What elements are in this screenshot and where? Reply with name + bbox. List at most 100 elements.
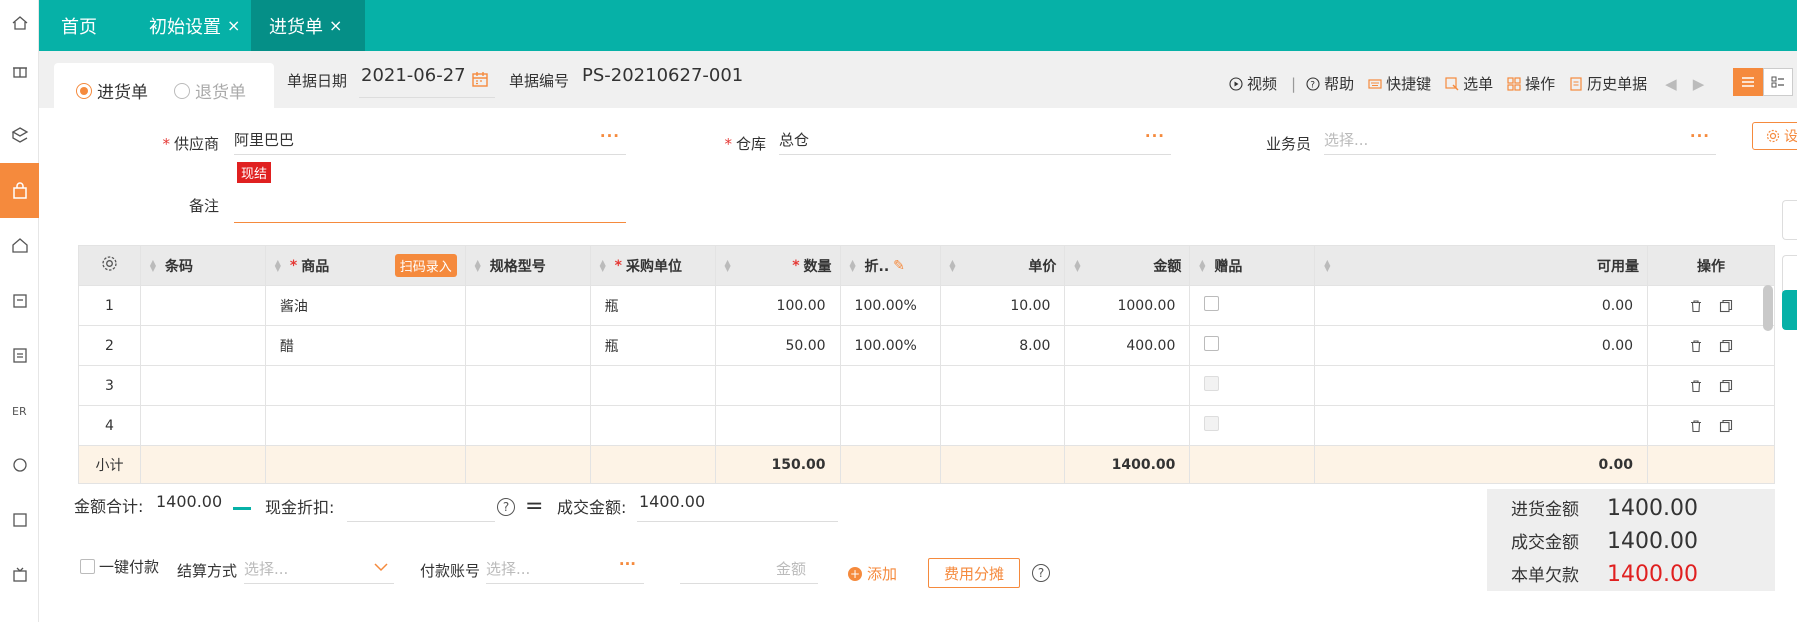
- pay-account-select[interactable]: 选择... ···: [486, 555, 644, 584]
- column-available[interactable]: ▲ ▼ 可用量: [1314, 245, 1649, 286]
- home-icon[interactable]: [0, 3, 39, 43]
- cell-discount[interactable]: [839, 365, 941, 406]
- cell-product[interactable]: 醋: [264, 325, 466, 366]
- add-payment-button[interactable]: + 添加: [848, 563, 897, 584]
- sort-icon[interactable]: ▲ ▼: [599, 258, 607, 272]
- shortcuts-button[interactable]: 快捷键: [1368, 73, 1431, 94]
- cycle-icon[interactable]: [0, 445, 39, 485]
- sort-icon[interactable]: ▲ ▼: [849, 258, 857, 272]
- more-icon[interactable]: ···: [1145, 127, 1165, 145]
- close-icon[interactable]: ×: [329, 16, 342, 35]
- cell-unit[interactable]: [589, 365, 716, 406]
- side-panel-tab[interactable]: [1782, 255, 1797, 295]
- column-spec[interactable]: ▲ ▼ 规格型号: [464, 245, 591, 286]
- cell-qty[interactable]: 50.00: [714, 325, 841, 366]
- table-scrollbar[interactable]: [1763, 285, 1773, 331]
- copy-icon[interactable]: [1719, 299, 1733, 313]
- settings-button[interactable]: 设置: [1752, 122, 1797, 150]
- column-product[interactable]: ▲ ▼ * 商品 扫码录入: [264, 245, 466, 286]
- column-qty[interactable]: ▲ ▼ * 数量: [714, 245, 841, 286]
- cell-discount[interactable]: [839, 405, 941, 446]
- history-button[interactable]: 历史单据: [1569, 73, 1647, 94]
- warehouse-field[interactable]: 总仓 ···: [779, 125, 1171, 155]
- shopping-bag-icon[interactable]: [0, 163, 39, 218]
- select-order-button[interactable]: 选单: [1445, 73, 1493, 94]
- more-icon[interactable]: ···: [619, 555, 636, 573]
- one-click-pay[interactable]: 一键付款: [80, 556, 159, 577]
- column-amount[interactable]: ▲ ▼ 金额: [1064, 245, 1191, 286]
- gift-icon[interactable]: [0, 50, 39, 90]
- trash-icon[interactable]: [1689, 299, 1703, 313]
- copy-icon[interactable]: [1719, 339, 1733, 353]
- close-icon[interactable]: ×: [227, 16, 240, 35]
- cell-spec[interactable]: [464, 405, 591, 446]
- edit-icon[interactable]: ✎: [893, 258, 905, 274]
- box-icon[interactable]: [0, 280, 39, 320]
- salesperson-field[interactable]: 选择... ···: [1324, 125, 1716, 155]
- table-row[interactable]: 3: [78, 365, 1775, 406]
- column-settings[interactable]: [78, 245, 141, 286]
- tab-purchase-order[interactable]: 进货单 ×: [251, 0, 365, 51]
- sort-icon[interactable]: ▲ ▼: [1198, 258, 1206, 272]
- column-discount[interactable]: ▲ ▼ 折.. ✎: [839, 245, 941, 286]
- cell-discount[interactable]: 100.00%: [839, 325, 941, 366]
- cell-price[interactable]: 10.00: [939, 285, 1066, 326]
- sort-icon[interactable]: ▲ ▼: [274, 258, 282, 272]
- cell-barcode[interactable]: [139, 325, 266, 366]
- cell-gift[interactable]: [1189, 365, 1316, 406]
- list-view-button[interactable]: [1733, 68, 1763, 96]
- chevron-down-icon[interactable]: [374, 562, 388, 572]
- sort-icon[interactable]: ▲ ▼: [724, 258, 732, 272]
- sort-icon[interactable]: ▲ ▼: [1073, 258, 1081, 272]
- side-panel-tab[interactable]: [1782, 200, 1797, 240]
- more-icon[interactable]: ···: [600, 127, 620, 145]
- settle-method-select[interactable]: 选择...: [244, 556, 394, 584]
- new-icon[interactable]: [0, 500, 39, 540]
- help-button[interactable]: ? 帮助: [1306, 73, 1354, 94]
- column-unit[interactable]: ▲ ▼ * 采购单位: [589, 245, 716, 286]
- cell-unit[interactable]: 瓶: [589, 325, 716, 366]
- cell-barcode[interactable]: [139, 365, 266, 406]
- trash-icon[interactable]: [1689, 419, 1703, 433]
- video-button[interactable]: 视频: [1229, 73, 1277, 94]
- more-icon[interactable]: ···: [1690, 127, 1710, 145]
- sort-icon[interactable]: ▲ ▼: [149, 258, 157, 272]
- card-view-button[interactable]: [1763, 68, 1793, 96]
- cell-qty[interactable]: 100.00: [714, 285, 841, 326]
- trash-icon[interactable]: [1689, 339, 1703, 353]
- cell-product[interactable]: [264, 365, 466, 406]
- date-field[interactable]: 2021-06-27: [359, 65, 495, 98]
- cell-product[interactable]: 酱油: [264, 285, 466, 326]
- gift-checkbox[interactable]: [1204, 336, 1220, 351]
- cell-price[interactable]: [939, 365, 1066, 406]
- one-click-pay-checkbox[interactable]: [80, 559, 95, 574]
- copy-icon[interactable]: [1719, 379, 1733, 393]
- cell-qty[interactable]: [714, 365, 841, 406]
- cell-barcode[interactable]: [139, 285, 266, 326]
- supplier-field[interactable]: 阿里巴巴 ···: [234, 125, 626, 155]
- gift-checkbox[interactable]: [1204, 296, 1220, 311]
- cell-amount[interactable]: [1064, 365, 1191, 406]
- cell-price[interactable]: 8.00: [939, 325, 1066, 366]
- er-icon[interactable]: ER: [0, 390, 39, 430]
- note-field[interactable]: [234, 193, 626, 223]
- gift-checkbox[interactable]: [1204, 416, 1220, 431]
- question-icon[interactable]: ?: [1032, 564, 1050, 582]
- cash-discount-input[interactable]: [347, 494, 495, 522]
- copy-icon[interactable]: [1719, 419, 1733, 433]
- sort-icon[interactable]: ▲ ▼: [474, 258, 482, 272]
- sort-icon[interactable]: ▲ ▼: [1323, 258, 1331, 272]
- fee-allocation-button[interactable]: 费用分摊: [928, 558, 1020, 588]
- cell-qty[interactable]: [714, 405, 841, 446]
- scan-entry-button[interactable]: 扫码录入: [394, 254, 457, 277]
- cell-gift[interactable]: [1189, 285, 1316, 326]
- table-row[interactable]: 4: [78, 405, 1775, 446]
- question-icon[interactable]: ?: [497, 498, 515, 516]
- table-row[interactable]: 2 醋 瓶 50.00 100.00% 8.00 400.00 0.00: [78, 325, 1775, 366]
- gear-icon[interactable]: [101, 255, 118, 272]
- settings-cube-icon[interactable]: [0, 115, 39, 155]
- clipboard-icon[interactable]: [0, 335, 39, 375]
- house-icon[interactable]: [0, 225, 39, 265]
- tab-home[interactable]: 首页: [61, 0, 97, 51]
- deal-amount-field[interactable]: 1400.00: [637, 492, 838, 522]
